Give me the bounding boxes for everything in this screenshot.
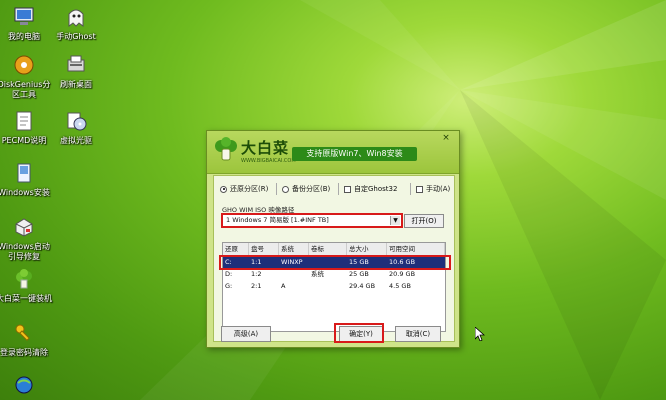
table-row[interactable]: C: 1:1 WINXP 15 GB 10.6 GB [219, 255, 451, 270]
cell-label: 系统 [311, 270, 324, 278]
desktop-icon-virtual-drive[interactable]: 虚拟光驱 [48, 108, 104, 146]
mouse-cursor-icon [475, 327, 485, 341]
desktop-icon-refresh[interactable]: 刷新桌面 [48, 52, 104, 90]
restore-option-label: 还原分区(R) [230, 185, 269, 193]
ok-button[interactable]: 确定(Y) [339, 326, 383, 342]
document-icon [11, 108, 37, 134]
cell-free: 4.5 GB [389, 282, 411, 290]
radio-icon [282, 185, 289, 193]
advanced-button[interactable]: 高级(A) [221, 326, 271, 342]
desktop-icon-label: 登录密码清除 [0, 348, 48, 357]
open-button[interactable]: 打开(O) [404, 214, 444, 228]
cell-disk: 1:1 [251, 258, 262, 266]
key-icon [11, 320, 37, 346]
cell-total: 15 GB [349, 258, 369, 266]
cell-drive: D: [225, 270, 233, 278]
image-path-value: 1 Windows 7 简易版 [1.#INF TB] [226, 216, 329, 224]
brand-name: 大白菜 [241, 139, 290, 157]
cell-system: A [281, 282, 286, 290]
desktop-icon-label: Windows启动引导修复 [0, 242, 50, 261]
image-path-label: GHO WIM ISO 映像路径 [222, 206, 295, 214]
brand-url: WWW.BIGBAICAI.COM [241, 158, 296, 164]
desktop-icon-password-clear[interactable]: 登录密码清除 [0, 320, 52, 358]
dialog-header: 大白菜 WWW.BIGBAICAI.COM 支持原版Win7、Win8安装 × [207, 131, 459, 174]
column-header: 系统 [279, 243, 309, 255]
divider [410, 183, 411, 195]
close-button[interactable]: × [439, 132, 453, 144]
desktop-icon-boot-repair[interactable]: Windows启动引导修复 [0, 214, 52, 262]
column-header: 卷标 [309, 243, 347, 255]
cabbage-logo-icon [215, 137, 237, 161]
cell-system: WINXP [281, 258, 303, 266]
desktop-icon-label: 我的电脑 [8, 32, 40, 41]
disk-icon [11, 52, 37, 78]
divider [276, 183, 277, 195]
partition-table: 还原 盘号 系统 卷标 总大小 可用空间 C: 1:1 WINXP 15 GB … [219, 242, 451, 332]
cell-drive: G: [225, 282, 233, 290]
desktop-icon-label: 虚拟光驱 [60, 136, 92, 145]
desktop-icon-my-computer[interactable]: 我的电脑 [0, 4, 52, 42]
desktop-icon-partial[interactable] [0, 372, 52, 400]
desktop-icon-one-key-install[interactable]: 大白菜一键装机 [0, 266, 52, 304]
custom-ghost-label: 自定Ghost32 [354, 185, 398, 193]
backup-option[interactable]: 备份分区(B) [282, 182, 330, 196]
ghost-icon [63, 4, 89, 30]
column-header: 总大小 [347, 243, 387, 255]
desktop-icon-label: PECMD说明 [1, 136, 47, 145]
desktop-icon-pecmd[interactable]: PECMD说明 [0, 108, 52, 146]
table-row[interactable]: G: 2:1 A 29.4 GB 4.5 GB [223, 281, 445, 292]
desktop-icon-label: DiskGenius分区工具 [0, 80, 51, 99]
manual-option[interactable]: 手动(A) [416, 182, 450, 196]
custom-ghost-option[interactable]: 自定Ghost32 [344, 182, 397, 196]
cell-disk: 1:2 [251, 270, 262, 278]
image-path-select[interactable]: 1 Windows 7 简易版 [1.#INF TB] ▼ [222, 214, 402, 227]
cell-system [279, 269, 281, 280]
column-header: 盘号 [249, 243, 279, 255]
cell-total: 25 GB [349, 270, 369, 278]
repair-icon [11, 214, 37, 240]
cell-free: 10.6 GB [389, 258, 416, 266]
column-header: 可用空间 [387, 243, 445, 255]
cabbage-icon [11, 266, 37, 292]
refresh-icon [63, 52, 89, 78]
divider [338, 183, 339, 195]
cell-label [309, 257, 311, 268]
cell-drive: C: [225, 258, 232, 266]
cell-disk: 2:1 [251, 282, 262, 290]
install-dialog: 大白菜 WWW.BIGBAICAI.COM 支持原版Win7、Win8安装 × … [206, 130, 460, 348]
slogan-banner: 支持原版Win7、Win8安装 [292, 147, 417, 161]
desktop-icon-label: 刷新桌面 [60, 80, 92, 89]
cell-total: 29.4 GB [349, 282, 376, 290]
backup-option-label: 备份分区(B) [292, 185, 331, 193]
cell-free: 20.9 GB [389, 270, 416, 278]
mode-options: 还原分区(R) 备份分区(B) 自定Ghost32 手动(A) [214, 182, 454, 196]
column-header: 还原 [223, 243, 249, 255]
cell-label [309, 281, 311, 292]
desktop-icon-label: 手动Ghost [56, 32, 96, 41]
checkbox-icon [344, 185, 351, 193]
desktop-icon-windows-install[interactable]: Windows安装 [0, 160, 52, 198]
cancel-button[interactable]: 取消(C) [395, 326, 441, 342]
desktop-icon-manual-ghost[interactable]: 手动Ghost [48, 4, 104, 42]
restore-option[interactable]: 还原分区(R) [220, 182, 268, 196]
radio-selected-icon [220, 185, 227, 193]
cdrom-icon [63, 108, 89, 134]
table-row[interactable]: D: 1:2 系统 25 GB 20.9 GB [223, 269, 445, 280]
desktop-icon-label: 大白菜一键装机 [0, 294, 52, 303]
dialog-body: 还原分区(R) 备份分区(B) 自定Ghost32 手动(A) GHO WIM … [213, 175, 455, 342]
desktop-icon-label: Windows安装 [0, 188, 50, 197]
table-header: 还原 盘号 系统 卷标 总大小 可用空间 [223, 243, 445, 256]
computer-icon [11, 4, 37, 30]
install-icon [11, 160, 37, 186]
globe-icon [11, 372, 37, 398]
desktop-icon-diskgenius[interactable]: DiskGenius分区工具 [0, 52, 52, 100]
checkbox-icon [416, 185, 423, 193]
chevron-down-icon[interactable]: ▼ [390, 216, 400, 225]
manual-option-label: 手动(A) [426, 185, 451, 193]
